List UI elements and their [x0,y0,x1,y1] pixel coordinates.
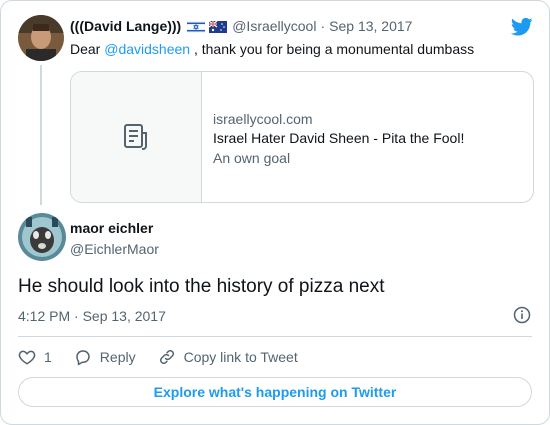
tweet-text: He should look into the history of pizza… [18,276,385,297]
quoted-author-row: (((David Lange))) @Israellycool · Sep 13… [70,18,412,34]
link-description: An own goal [213,150,291,166]
reply-bubble-icon [76,350,90,366]
heart-icon [18,350,36,365]
document-icon [124,124,147,150]
display-name[interactable]: (((David Lange))) [70,18,181,34]
thread-line [40,65,42,205]
australia-flag-icon [208,20,228,33]
separator-dot: · [320,18,326,34]
info-icon[interactable] [513,306,531,324]
reply-button[interactable]: Reply [74,348,136,366]
tweet-text-suffix: , thank you for being a monumental dumba… [190,41,475,57]
explore-twitter-button[interactable]: Explore what's happening on Twitter [18,377,532,407]
tweet-text-prefix: Dear [70,41,105,57]
avatar[interactable] [18,15,64,61]
like-count: 1 [44,349,52,365]
reply-label: Reply [99,349,136,365]
twitter-logo-icon[interactable] [511,17,533,37]
author-handle[interactable]: @EichlerMaor [70,241,159,257]
tweet-timestamp[interactable]: 4:12 PM · Sep 13, 2017 [18,308,166,324]
copy-link-label: Copy link to Tweet [183,349,298,365]
link-domain: israellycool.com [213,111,313,127]
link-title: Israel Hater David Sheen - Pita the Fool… [213,130,465,146]
israel-flag-icon [186,20,206,34]
mention-link[interactable]: @davidsheen [104,41,190,57]
tweet-embed-card: (((David Lange))) @Israellycool · Sep 13… [0,0,550,425]
action-bar: 1 Reply Copy link to Tweet [18,348,320,366]
tweet-date[interactable]: Sep 13, 2017 [329,18,412,34]
quoted-tweet-text: Dear @davidsheen , thank you for being a… [70,41,474,57]
link-icon [159,349,174,365]
author-handle[interactable]: @Israellycool [232,18,316,34]
copy-link-button[interactable]: Copy link to Tweet [158,348,298,366]
link-preview-card[interactable]: israellycool.com Israel Hater David Shee… [70,71,534,203]
avatar[interactable] [18,213,66,261]
divider [18,336,532,337]
link-thumbnail [71,72,202,202]
display-name[interactable]: maor eichler [70,220,153,236]
like-button[interactable]: 1 [18,348,52,366]
